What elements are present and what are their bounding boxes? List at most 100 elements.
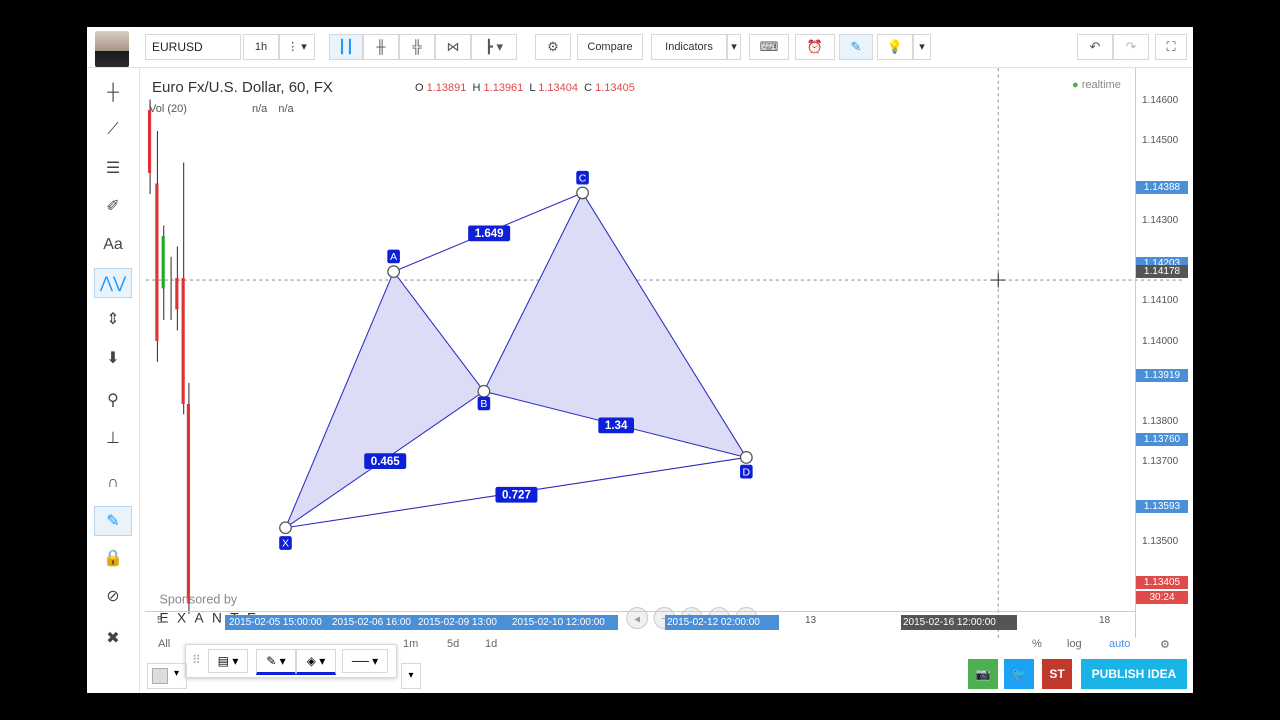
crosshair-tool[interactable]: ┼: [94, 78, 132, 108]
point-a-label: A: [390, 252, 397, 263]
heikin-style-button[interactable]: ⋈: [435, 34, 471, 60]
arrow-tool[interactable]: ⬇: [94, 344, 132, 374]
countdown-label: 30:24: [1136, 591, 1188, 604]
avatar[interactable]: [95, 31, 129, 67]
point-b-label: B: [480, 399, 487, 410]
ohlc-l-label: L: [529, 82, 536, 94]
price-label-x: 1.13593: [1136, 500, 1188, 513]
magnet-tool[interactable]: ∩: [94, 468, 132, 498]
fullscreen-button[interactable]: ⛶: [1155, 34, 1187, 60]
realtime-indicator: ● realtime: [1072, 79, 1121, 91]
crosshair-cursor: [990, 272, 1006, 288]
candles-icon: ┃┃: [338, 39, 354, 54]
line-chart-icon: ╬: [412, 39, 422, 54]
price-tick: 1.13800: [1142, 416, 1179, 427]
undo-button[interactable]: ↶: [1077, 34, 1113, 60]
brush-icon: ✐: [106, 198, 120, 215]
symbol-input[interactable]: EURUSD: [145, 34, 241, 60]
brush-tool[interactable]: ✐: [94, 192, 132, 222]
realtime-label: realtime: [1081, 79, 1121, 91]
chart-window: EURUSD 1h ⋮ ▾ ┃┃ ╫ ╬ ⋈ ┣ ▾ ⚙ Compare Ind…: [87, 27, 1193, 693]
arrow-down-icon: ⬇: [106, 350, 120, 367]
fib-lines-icon: ☰: [105, 160, 121, 177]
top-toolbar: EURUSD 1h ⋮ ▾ ┃┃ ╫ ╬ ⋈ ┣ ▾ ⚙ Compare Ind…: [87, 27, 1193, 68]
ideas-menu-button[interactable]: ▾: [913, 34, 931, 60]
time-label-b: 2015-02-09 13:00: [418, 617, 497, 628]
stay-drawing-tool[interactable]: ✎: [94, 506, 132, 536]
settings-button[interactable]: ⚙: [535, 34, 571, 60]
compare-button[interactable]: Compare: [577, 34, 643, 60]
crosshair-icon: ┼: [107, 84, 119, 101]
line-style-button[interactable]: ╬: [399, 34, 435, 60]
snapshot-button[interactable]: 📷: [968, 659, 998, 689]
ohlc-o-value: 1.13891: [426, 82, 467, 94]
zoom-tool[interactable]: ⚲: [94, 386, 132, 416]
ratio-label-1: 1.649: [475, 228, 504, 240]
point-d-handle: [739, 451, 753, 464]
time-label-x: 2015-02-05 15:00:00: [229, 617, 322, 628]
ruler-tool[interactable]: ⊥: [94, 424, 132, 454]
scale-settings-button[interactable]: ⚙: [1160, 638, 1170, 651]
point-x-handle: [279, 521, 292, 535]
range-1d[interactable]: 1d: [485, 638, 497, 650]
interval-button[interactable]: 1h: [243, 34, 279, 60]
templates-button[interactable]: ⌨: [749, 34, 789, 60]
panel-menu-button[interactable]: ▾: [401, 663, 421, 689]
point-x-label: X: [282, 539, 289, 550]
time-tick: 13: [805, 615, 817, 626]
wrench-icon: ✖: [106, 630, 120, 647]
gear-icon: ⚙: [1160, 639, 1170, 651]
ratio-label-4: 0.727: [502, 489, 531, 501]
time-label-d: 2015-02-12 02:00:00: [665, 615, 779, 630]
text-tool[interactable]: Aa: [94, 230, 132, 260]
twitter-icon: 🐦: [1011, 667, 1027, 681]
log-scale-toggle[interactable]: log: [1067, 638, 1082, 650]
range-5d[interactable]: 5d: [447, 638, 459, 650]
ruler-icon: ⊥: [106, 430, 120, 447]
point-c-handle: [576, 186, 589, 200]
redo-button[interactable]: ↷: [1113, 34, 1149, 60]
chart-pane[interactable]: X A B C D 1.649 0.465 1.34 0.727 Sponsor…: [145, 68, 1186, 638]
hide-tool[interactable]: ⊘: [94, 582, 132, 612]
indicators-button[interactable]: Indicators: [651, 34, 727, 60]
tweet-button[interactable]: 🐦: [1004, 659, 1034, 689]
indicators-menu-button[interactable]: ▾: [727, 34, 741, 60]
interval-menu-button[interactable]: ⋮ ▾: [279, 34, 315, 60]
price-label-crosshair: 1.14178: [1136, 265, 1188, 278]
footer-bar: ▾ ▾: [145, 657, 1193, 693]
fib-tool[interactable]: ☰: [94, 154, 132, 184]
price-tick: 1.14600: [1142, 95, 1179, 106]
range-all[interactable]: All: [158, 638, 170, 650]
sponsor-prefix: Sponsored by: [160, 592, 238, 606]
measure-tool[interactable]: ⇕: [94, 305, 132, 335]
lightbulb-icon: 💡: [886, 39, 904, 54]
volume-label: Vol (20): [149, 103, 187, 115]
pattern-tool[interactable]: ⋀⋁: [94, 268, 132, 298]
price-label-b: 1.13919: [1136, 369, 1188, 382]
percent-scale-toggle[interactable]: %: [1032, 638, 1042, 650]
bars-icon: ╫: [376, 39, 386, 54]
lock-tool[interactable]: 🔒: [94, 544, 132, 574]
alert-button[interactable]: ⏰: [795, 34, 835, 60]
volume-legend[interactable]: Vol (20) n/a n/a: [149, 103, 294, 115]
chevron-down-icon: ▾: [174, 668, 180, 679]
publish-idea-button[interactable]: PUBLISH IDEA: [1081, 659, 1187, 689]
stocktwits-button[interactable]: ST: [1042, 659, 1072, 689]
remove-tool[interactable]: ✖: [94, 624, 132, 654]
point-d-label: D: [743, 467, 751, 478]
layout-select[interactable]: ▾: [147, 663, 187, 689]
point-c-label: C: [579, 173, 587, 184]
chevron-down-icon: ▾: [919, 41, 925, 53]
drawing-toolbar-button[interactable]: ✎: [839, 34, 873, 60]
range-1m[interactable]: 1m: [403, 638, 418, 650]
candles-style-button[interactable]: ┃┃: [329, 34, 363, 60]
price-label-c: 1.14388: [1136, 181, 1188, 194]
price-scale[interactable]: 1.14600 1.14500 1.14300 1.14100 1.14000 …: [1135, 68, 1188, 638]
chart-type-menu-button[interactable]: ┣ ▾: [471, 34, 517, 60]
time-scale[interactable]: 5 13 18 2015-02-05 15:00:00 2015-02-06 1…: [145, 611, 1135, 632]
ohlc-c-label: C: [584, 82, 593, 94]
auto-scale-toggle[interactable]: auto: [1109, 638, 1130, 650]
trend-line-tool[interactable]: ⟋: [94, 115, 132, 145]
ideas-button[interactable]: 💡: [877, 34, 913, 60]
bars-style-button[interactable]: ╫: [363, 34, 399, 60]
